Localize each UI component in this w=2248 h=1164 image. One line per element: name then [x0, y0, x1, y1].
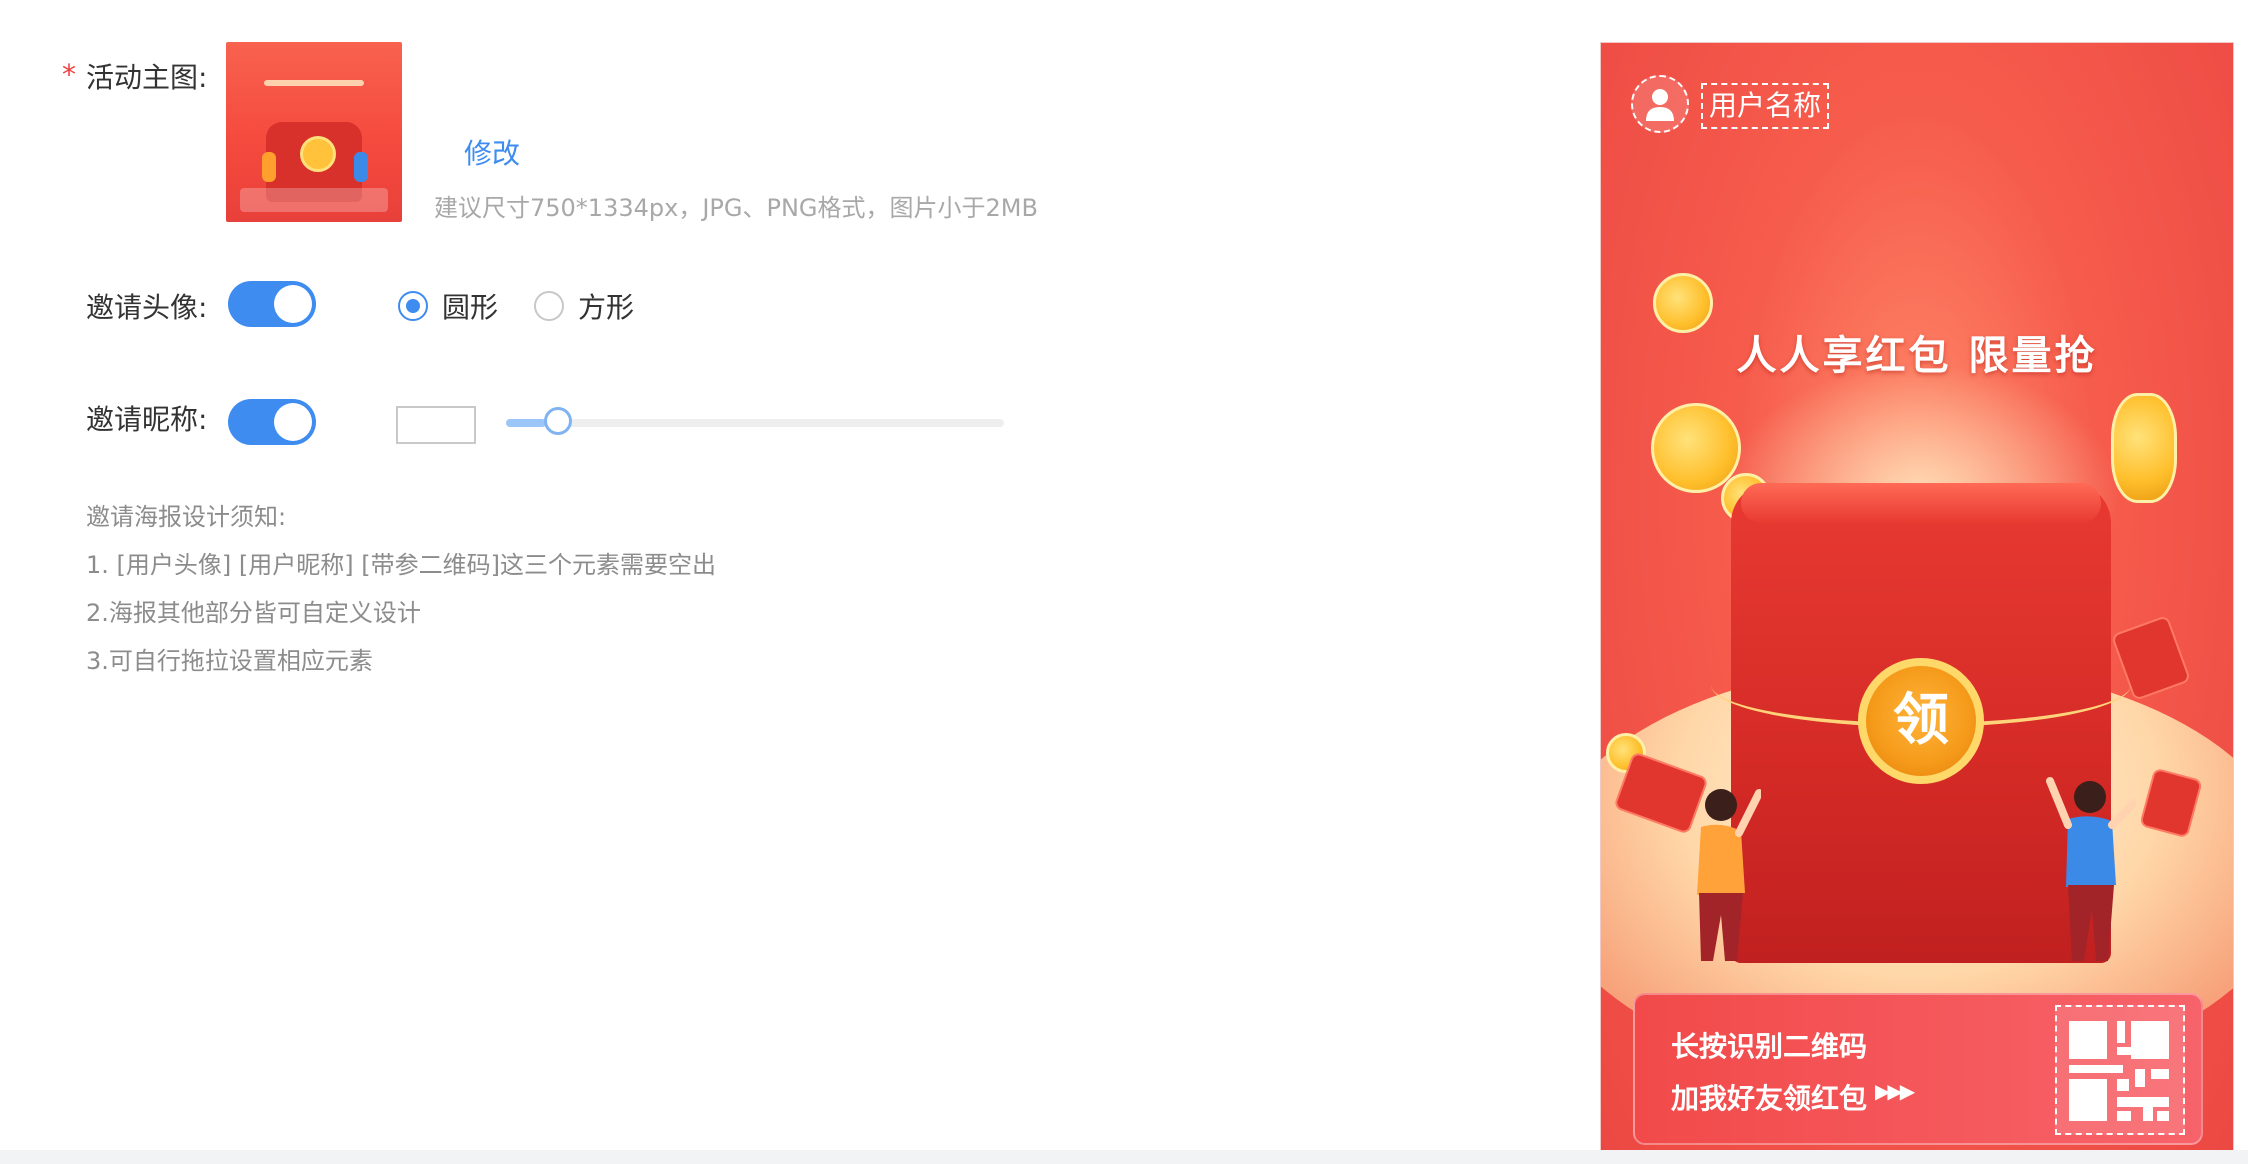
poster-footer-card: 长按识别二维码 加我好友领红包 ▶▶▶: [1633, 993, 2203, 1145]
shape-radio-circle[interactable]: 圆形: [398, 286, 498, 326]
user-icon: [1646, 89, 1674, 121]
poster-design-notes: 邀请海报设计须知: 1. [用户头像] [用户昵称] [带参二维码]这三个元素需…: [86, 502, 716, 694]
footer-claim-text: 加我好友领红包: [1671, 1082, 1868, 1115]
radio-unchecked-icon: [534, 291, 564, 321]
notes-item-3: 3.可自行拖拉设置相应元素: [86, 647, 373, 675]
notes-title: 邀请海报设计须知:: [86, 503, 287, 531]
arrow-icon: ▶▶▶: [1875, 1079, 1915, 1103]
thumb-person-left: [262, 152, 276, 182]
notes-item-1: 1. [用户头像] [用户昵称] [带参二维码]这三个元素需要空出: [86, 551, 716, 579]
toggle-knob: [274, 403, 312, 441]
invite-nickname-toggle[interactable]: [228, 399, 316, 445]
thumb-footer: [240, 188, 388, 212]
shape-radio-square[interactable]: 方形: [534, 286, 634, 326]
image-size-hint: 建议尺寸750*1334px，JPG、PNG格式，图片小于2MB: [434, 194, 1038, 222]
required-mark: *: [62, 58, 76, 91]
thumb-coin: [300, 136, 336, 172]
invite-nickname-label: 邀请昵称:: [86, 403, 208, 436]
shape-circle-label: 圆形: [442, 291, 499, 324]
qr-code-placeholder[interactable]: [2055, 1005, 2185, 1135]
flying-coin: [2111, 393, 2177, 503]
claim-coin: 领: [1858, 658, 1984, 784]
poster-settings-page: * 活动主图: 修改 建议尺寸750*1334px，JPG、PNG格式，图片小于…: [0, 0, 2248, 1164]
username-placeholder[interactable]: 用户名称: [1701, 83, 1830, 129]
qr-code-icon: [2069, 1021, 2169, 1121]
slider-handle[interactable]: [544, 407, 572, 435]
nickname-color-picker[interactable]: [396, 406, 476, 444]
poster-preview: 领 人人享红包 限量抢 用户名称 长按识别二维码 加我好友领红包 ▶▶▶: [1600, 42, 2234, 1164]
person-left-illustration: [1697, 789, 1761, 961]
poster-headline: 人人享红包 限量抢: [1736, 333, 2098, 379]
footer-scan-text: 长按识别二维码: [1671, 1030, 1868, 1063]
shape-square-label: 方形: [578, 291, 635, 324]
nickname-size-slider[interactable]: [506, 419, 1004, 427]
invite-avatar-toggle[interactable]: [228, 281, 316, 327]
modify-image-link[interactable]: 修改: [464, 132, 520, 172]
thumb-title-strip: [264, 80, 364, 86]
main-image-label: 活动主图:: [86, 61, 208, 94]
thumb-person-right: [354, 152, 368, 182]
bottom-scrollbar-area: [0, 1150, 2248, 1164]
main-image-thumbnail[interactable]: [226, 42, 402, 222]
slider-fill: [506, 419, 546, 427]
red-bag-lip: [1741, 483, 2101, 523]
invite-avatar-label: 邀请头像:: [86, 291, 208, 324]
person-right-illustration: [2046, 777, 2136, 961]
toggle-knob: [274, 285, 312, 323]
radio-checked-icon: [398, 291, 428, 321]
avatar-placeholder[interactable]: [1631, 75, 1689, 133]
notes-item-2: 2.海报其他部分皆可自定义设计: [86, 599, 421, 627]
